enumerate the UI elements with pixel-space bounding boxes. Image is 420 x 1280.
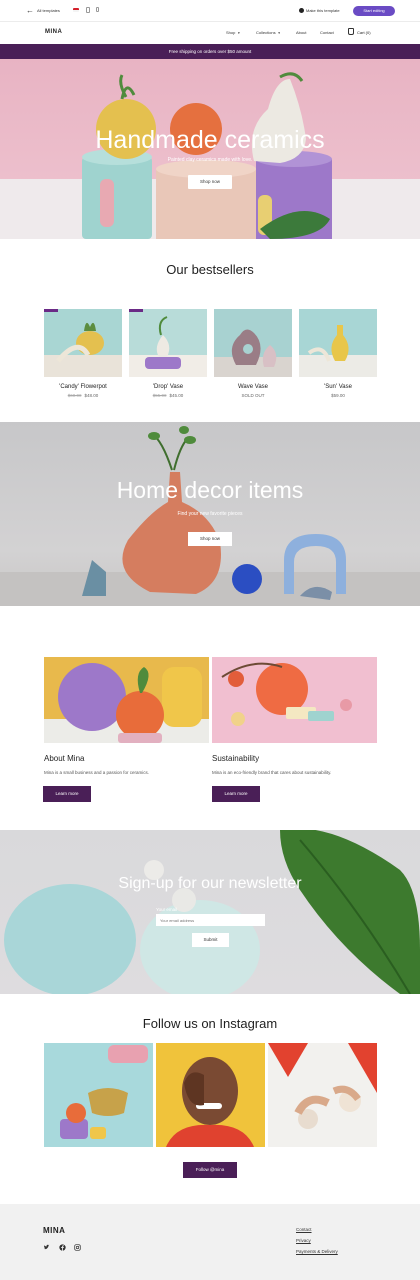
instagram-post-image[interactable] [44,1043,153,1147]
sustainability-image [212,657,377,743]
facebook-icon[interactable] [59,1244,66,1251]
product-name[interactable]: 'Candy' Flowerpot [44,384,122,390]
instagram-title: Follow us on Instagram [142,1016,278,1031]
product-current-price: $45.00 [169,393,184,398]
sale-badge [44,309,58,312]
product-image[interactable] [129,309,207,377]
newsletter-section [0,830,420,994]
sustainability-text: Mina is an eco-friendly brand that cares… [212,770,332,775]
product-price: SOLD OUT [241,393,265,398]
nav-item-about[interactable]: About [296,30,306,35]
sale-badge [129,309,143,312]
mobile-preview-icon[interactable] [96,7,99,12]
start-editing-button[interactable]: Start editing [353,6,395,16]
footer-link-payments-delivery[interactable]: Payments & Delivery [296,1249,338,1254]
newsletter-email-label: Your email [156,907,178,912]
chevron-down-icon: ▼ [237,31,241,35]
product-card[interactable]: 'Drop' Vase $55.00 $45.00 [129,309,207,398]
hero-shop-button[interactable]: Shop now [188,175,232,189]
instagram-follow-button[interactable]: Follow @mina [183,1162,237,1178]
bestsellers-title: Our bestsellers [166,262,254,277]
check-icon [299,8,304,13]
nav-item-label: Shop [226,30,236,35]
product-name[interactable]: 'Drop' Vase [129,384,207,390]
about-title: About Mina [44,754,85,763]
sustainability-learn-more-button[interactable]: Learn more [212,786,260,802]
footer-link-privacy[interactable]: Privacy [296,1238,311,1243]
product-old-price: $60.00 [67,393,82,398]
footer-link-contact[interactable]: Contact [296,1227,312,1232]
cart-link[interactable]: Cart (0) [357,30,371,35]
nav-item-contact[interactable]: Contact [320,30,334,35]
product-image[interactable] [299,309,377,377]
home-decor-shop-button[interactable]: Shop now [188,532,232,546]
product-image[interactable] [44,309,122,377]
nav-item-collections[interactable]: Collections ▼ [256,30,281,35]
arrow-left-icon[interactable]: ← [26,6,34,15]
product-price: $59.00 [331,393,345,398]
editor-toolbar: ← All templates Make this template Start… [0,0,420,22]
twitter-icon[interactable] [43,1244,50,1251]
nav-item-shop[interactable]: Shop ▼ [226,30,240,35]
newsletter-background-image [4,830,420,994]
home-decor-title: Home decor items [116,477,304,503]
nav-item-label: Collections [256,30,276,35]
instagram-post-image[interactable] [268,1043,377,1147]
editor-status-text: Make this template [306,8,340,13]
about-learn-more-button[interactable]: Learn more [43,786,91,802]
footer-logo[interactable]: MINA [43,1226,65,1235]
announcement-bar: Free shipping on orders over $50 amount [0,44,420,59]
product-card[interactable]: 'Sun' Vase $59.00 [299,309,377,398]
product-card[interactable]: Wave Vase SOLD OUT [214,309,292,398]
cart-icon[interactable] [348,28,354,35]
language-flag-icon[interactable] [73,8,79,12]
product-name[interactable]: 'Sun' Vase [299,384,377,390]
site-logo[interactable]: MINA [45,29,62,35]
product-price: $55.00 $45.00 [129,393,207,398]
product-card[interactable]: 'Candy' Flowerpot $60.00 $48.00 [44,309,122,398]
sustainability-title: Sustainability [212,754,260,763]
product-name[interactable]: Wave Vase [214,384,292,390]
home-decor-subtitle: Find your new favorite pieces [177,511,243,517]
newsletter-title: Sign-up for our newsletter [118,875,302,892]
desktop-preview-icon[interactable] [86,7,90,13]
about-image [44,657,209,743]
chevron-down-icon: ▼ [277,31,281,35]
product-current-price: $48.00 [84,393,99,398]
newsletter-submit-button[interactable]: Submit [192,933,229,947]
product-old-price: $55.00 [152,393,167,398]
back-to-templates-link[interactable]: All templates [37,8,60,13]
site-footer [0,1204,420,1280]
hero-title: Handmade ceramics [95,126,325,154]
instagram-icon[interactable] [74,1244,81,1251]
instagram-post-image[interactable] [156,1043,265,1147]
product-image[interactable] [214,309,292,377]
newsletter-email-input[interactable] [156,914,265,926]
product-price: $60.00 $48.00 [44,393,122,398]
hero-subtitle: Painted clay ceramics made with love. [167,157,253,163]
about-text: Mina is a small business and a passion f… [44,770,150,775]
